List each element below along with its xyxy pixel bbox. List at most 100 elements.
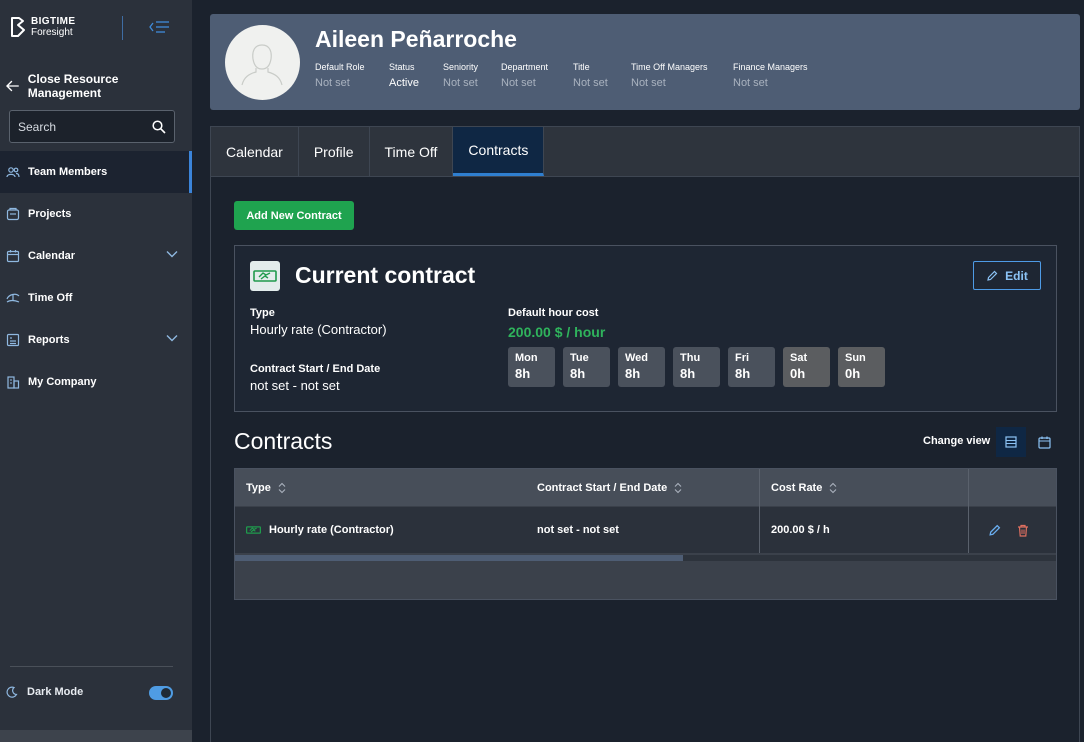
avatar	[225, 25, 300, 100]
cell-type-value: Hourly rate (Contractor)	[269, 524, 394, 536]
sidebar-item-label: Reports	[28, 334, 70, 346]
moon-icon	[6, 686, 18, 698]
dark-mode-row: Dark Mode	[6, 686, 186, 700]
list-view-button[interactable]	[996, 427, 1026, 457]
dark-mode-label: Dark Mode	[27, 686, 84, 698]
collapse-sidebar-icon[interactable]	[148, 17, 172, 37]
sidebar-item-reports[interactable]: Reports	[0, 319, 192, 361]
add-new-contract-button[interactable]: Add New Contract	[234, 201, 354, 230]
reports-icon	[6, 333, 20, 347]
contract-type-label: Type	[250, 307, 275, 319]
column-header-dates[interactable]: Contract Start / End Date	[537, 469, 682, 507]
contract-dates-label: Contract Start / End Date	[250, 363, 381, 375]
calendar-view-button[interactable]	[1029, 427, 1059, 457]
day-hours: 8h	[680, 366, 696, 381]
profile-header: Aileen Peñarroche Default Role Not set S…	[210, 14, 1080, 110]
close-resource-management-link[interactable]: Close Resource Management	[6, 72, 192, 100]
cell-dates: not set - not set	[537, 524, 619, 536]
column-header-label: Contract Start / End Date	[537, 482, 668, 494]
day-tue: Tue 8h	[563, 347, 610, 387]
person-name: Aileen Peñarroche	[315, 26, 517, 52]
sidebar-footer-bar	[0, 730, 192, 742]
day-sun: Sun 0h	[838, 347, 885, 387]
sidebar-item-calendar[interactable]: Calendar	[0, 235, 192, 277]
scrollbar-thumb[interactable]	[235, 555, 683, 561]
table-row[interactable]: Hourly rate (Contractor) not set - not s…	[235, 507, 1056, 553]
handshake-icon	[253, 270, 277, 282]
field-title[interactable]: Title Not set	[573, 62, 608, 89]
day-thu: Thu 8h	[673, 347, 720, 387]
sidebar-item-time-off[interactable]: Time Off	[0, 277, 192, 319]
chevron-down-icon[interactable]	[166, 334, 178, 342]
column-header-type[interactable]: Type	[246, 469, 286, 507]
field-value: Not set	[573, 77, 608, 89]
profile-tabs: Calendar Profile Time Off Contracts	[211, 127, 1079, 177]
field-department[interactable]: Department Not set	[501, 62, 548, 89]
sidebar-nav: Team Members Projects Calendar Time Off …	[0, 151, 192, 403]
horizontal-scrollbar[interactable]	[235, 555, 1056, 561]
delete-row-icon[interactable]	[1017, 524, 1029, 537]
field-label: Default Role	[315, 62, 365, 72]
field-default-role[interactable]: Default Role Not set	[315, 62, 365, 89]
day-hours: 8h	[735, 366, 751, 381]
bigtime-logo-icon	[11, 17, 25, 37]
day-name: Sun	[845, 352, 866, 364]
field-value: Not set	[315, 77, 350, 89]
day-hours: 0h	[845, 366, 861, 381]
search-box[interactable]	[9, 110, 175, 143]
day-name: Wed	[625, 352, 649, 364]
field-label: Finance Managers	[733, 62, 808, 72]
cell-cost-rate: 200.00 $ / h	[771, 524, 830, 536]
sort-icon[interactable]	[278, 482, 286, 494]
contract-dates-block: Contract Start / End Date not set - not …	[250, 363, 380, 393]
time-off-icon	[6, 293, 20, 303]
logo-divider	[122, 16, 123, 40]
sidebar-item-projects[interactable]: Projects	[0, 193, 192, 235]
projects-icon	[6, 207, 20, 221]
day-hours: 0h	[790, 366, 806, 381]
contract-type-block: Type Hourly rate (Contractor)	[250, 307, 387, 337]
user-placeholder-icon	[241, 44, 283, 86]
sidebar: BIGTIME Foresight Close Resource Managem…	[0, 0, 192, 742]
day-name: Tue	[570, 352, 589, 364]
current-contract-title: Current contract	[295, 262, 476, 288]
logo-product: Foresight	[31, 27, 73, 38]
column-divider	[968, 469, 969, 553]
sidebar-item-team-members[interactable]: Team Members	[0, 151, 192, 193]
chevron-down-icon[interactable]	[166, 250, 178, 258]
tab-calendar[interactable]: Calendar	[211, 127, 299, 176]
field-seniority[interactable]: Seniority Not set	[443, 62, 478, 89]
day-hours: 8h	[570, 366, 586, 381]
sidebar-item-label: Calendar	[28, 250, 76, 262]
cell-type: Hourly rate (Contractor)	[246, 507, 394, 553]
arrow-left-icon	[6, 80, 19, 92]
field-label: Department	[501, 62, 549, 72]
tab-time-off[interactable]: Time Off	[370, 127, 454, 176]
tab-profile[interactable]: Profile	[299, 127, 370, 176]
contracts-table: Type Contract Start / End Date Cost Rate	[234, 468, 1057, 600]
edit-contract-button[interactable]: Edit	[973, 261, 1041, 290]
column-header-cost-rate[interactable]: Cost Rate	[771, 469, 837, 507]
main-panel: Calendar Profile Time Off Contracts Add …	[210, 126, 1080, 742]
sidebar-item-my-company[interactable]: My Company	[0, 361, 192, 403]
sidebar-item-label: My Company	[28, 376, 97, 388]
field-label: Title	[573, 62, 590, 72]
hour-cost-block: Default hour cost	[508, 307, 598, 319]
table-header: Type Contract Start / End Date Cost Rate	[235, 469, 1056, 507]
tab-contracts[interactable]: Contracts	[453, 127, 545, 176]
field-status[interactable]: Status Active	[389, 62, 419, 89]
field-finance-managers[interactable]: Finance Managers Not set	[733, 62, 808, 89]
search-input[interactable]	[18, 119, 148, 134]
sort-icon[interactable]	[674, 482, 682, 494]
column-header-label: Cost Rate	[771, 482, 823, 494]
dark-mode-toggle[interactable]	[149, 686, 173, 700]
close-resource-management-label: Close Resource Management	[27, 72, 119, 100]
edit-row-icon[interactable]	[988, 524, 1001, 537]
search-icon[interactable]	[152, 119, 166, 134]
day-wed: Wed 8h	[618, 347, 665, 387]
field-label: Time Off Managers	[631, 62, 708, 72]
field-time-off-managers[interactable]: Time Off Managers Not set	[631, 62, 708, 89]
contract-dates-value: not set - not set	[250, 378, 340, 393]
sort-icon[interactable]	[829, 482, 837, 494]
bigtime-logo[interactable]: BIGTIME Foresight	[10, 16, 75, 38]
